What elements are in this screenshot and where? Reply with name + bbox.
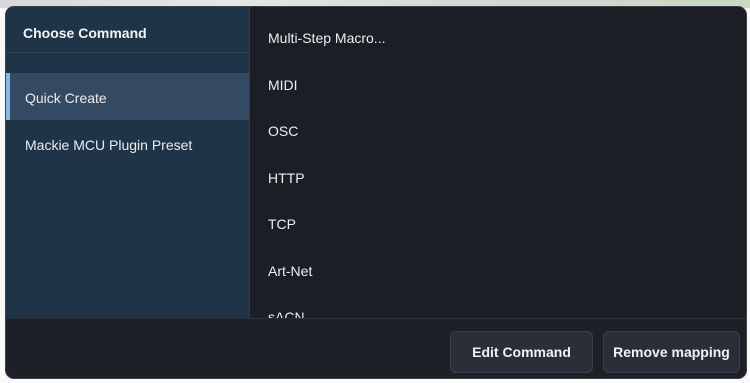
command-item-art-net[interactable]: Art-Net (250, 240, 746, 287)
command-label: HTTP (268, 169, 305, 186)
dialog-footer: Edit Command Remove mapping (6, 318, 746, 378)
choose-command-dialog: Choose Command Quick Create Mackie MCU P… (6, 7, 746, 378)
command-item-sacn[interactable]: sACN (250, 286, 746, 318)
command-item-midi[interactable]: MIDI (250, 54, 746, 101)
sidebar-item-label: Quick Create (25, 90, 107, 106)
sidebar-item-label: Mackie MCU Plugin Preset (25, 137, 193, 153)
command-label: MIDI (268, 76, 298, 93)
command-label: Art-Net (268, 262, 313, 279)
command-label: OSC (268, 123, 299, 139)
command-label: Multi-Step Macro... (268, 30, 386, 46)
category-list: Quick Create Mackie MCU Plugin Preset (6, 73, 249, 167)
command-item-osc[interactable]: OSC (250, 100, 746, 147)
command-label: sACN (268, 309, 305, 318)
command-item-http[interactable]: HTTP (250, 147, 746, 194)
command-list[interactable]: Multi-Step Macro... MIDI OSC HTTP TCP Ar… (250, 7, 746, 318)
command-item-multi-step-macro[interactable]: Multi-Step Macro... (250, 7, 746, 54)
command-item-tcp[interactable]: TCP (250, 193, 746, 240)
command-label: TCP (268, 216, 296, 232)
sidebar-title: Choose Command (6, 7, 249, 53)
edit-command-button[interactable]: Edit Command (450, 331, 593, 373)
remove-mapping-button[interactable]: Remove mapping (603, 331, 740, 373)
sidebar-item-mackie-mcu-plugin-preset[interactable]: Mackie MCU Plugin Preset (6, 120, 249, 167)
category-sidebar: Choose Command Quick Create Mackie MCU P… (6, 7, 250, 318)
sidebar-item-quick-create[interactable]: Quick Create (6, 73, 249, 120)
